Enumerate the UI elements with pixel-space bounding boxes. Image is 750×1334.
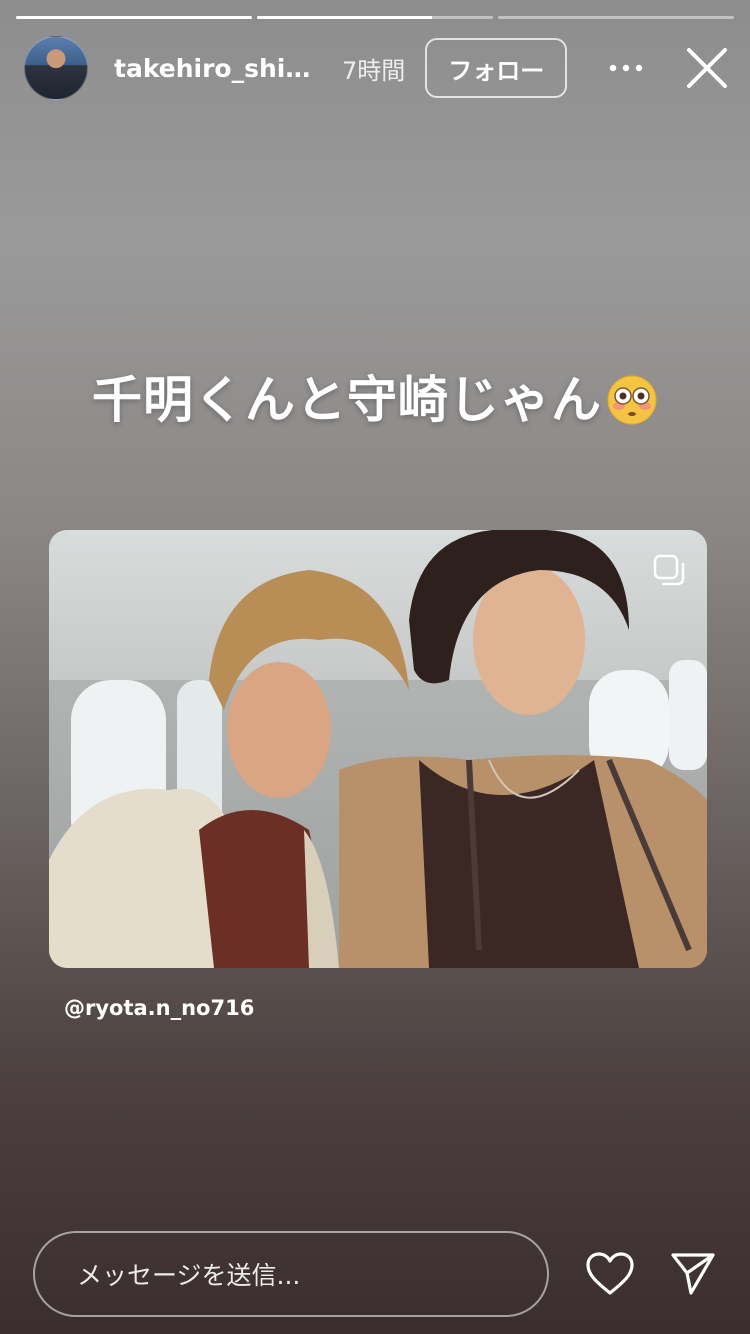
story-header: takehiro_shin... 7時間 フォロー (24, 36, 732, 100)
story-footer: メッセージを送信... (33, 1231, 717, 1317)
caption-text: 千明くんと守崎じゃん (92, 371, 602, 429)
close-icon[interactable] (685, 46, 729, 90)
heart-icon[interactable] (585, 1251, 635, 1297)
carousel-icon (653, 554, 685, 586)
shared-post-photo[interactable] (49, 530, 707, 968)
progress-segment (257, 16, 493, 19)
story-caption: 千明くんと守崎じゃん (0, 360, 750, 432)
follow-button[interactable]: フォロー (425, 38, 568, 98)
flushed-face-icon (606, 374, 658, 426)
story-progress (16, 16, 734, 19)
send-icon[interactable] (669, 1251, 717, 1297)
message-input[interactable]: メッセージを送信... (33, 1231, 549, 1317)
post-time: 7時間 (342, 56, 406, 85)
progress-fill (16, 16, 252, 19)
progress-fill (257, 16, 432, 19)
progress-segment (16, 16, 252, 19)
more-horizontal-icon[interactable] (609, 51, 643, 85)
mention-link[interactable]: @ryota.n_no716 (64, 996, 254, 1020)
username[interactable]: takehiro_shin... (114, 54, 324, 83)
progress-segment (498, 16, 734, 19)
avatar[interactable] (24, 36, 88, 100)
